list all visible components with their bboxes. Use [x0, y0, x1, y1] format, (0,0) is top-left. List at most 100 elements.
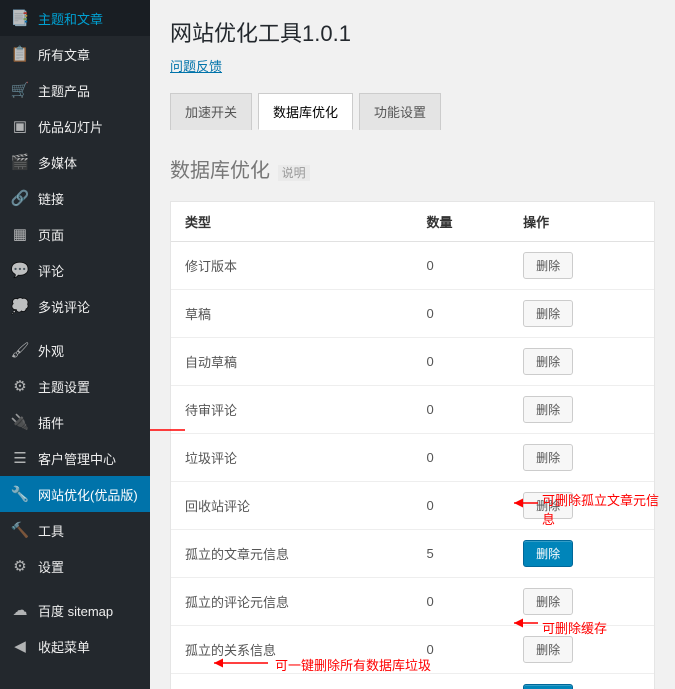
sidebar-item-slides[interactable]: ▣ 优品幻灯片 — [0, 108, 150, 144]
cell-action: 删除 — [509, 578, 654, 626]
sidebar-item-all-posts[interactable]: 📋 所有文章 — [0, 36, 150, 72]
sidebar-label: 外观 — [38, 341, 64, 360]
wrench-icon: 🔧 — [10, 484, 30, 504]
cloud-icon: ☁ — [10, 600, 30, 620]
main-content: 网站优化工具1.0.1 问题反馈 加速开关 数据库优化 功能设置 数据库优化 说… — [150, 0, 675, 689]
table-row: 孤立的文章元信息5删除 — [171, 530, 654, 578]
section-title: 数据库优化 — [170, 154, 270, 183]
delete-button[interactable]: 删除 — [523, 252, 573, 279]
cell-type: 孤立的关系信息 — [171, 626, 413, 674]
feedback-link[interactable]: 问题反馈 — [170, 59, 222, 74]
hammer-icon: 🔨 — [10, 520, 30, 540]
sidebar-label: 插件 — [38, 413, 64, 432]
gear-icon: ⚙ — [10, 376, 30, 396]
delete-button[interactable]: 删除 — [523, 444, 573, 471]
delete-button[interactable]: 删除 — [523, 540, 573, 567]
tab-speed[interactable]: 加速开关 — [170, 93, 252, 130]
cell-action: 删除 — [509, 482, 654, 530]
sidebar-label: 网站优化(优品版) — [38, 485, 138, 504]
cell-count: 0 — [413, 290, 510, 338]
tabs: 加速开关 数据库优化 功能设置 — [170, 93, 655, 130]
sidebar-label: 所有文章 — [38, 45, 90, 64]
delete-button[interactable]: 删除 — [523, 300, 573, 327]
sidebar-item-collapse[interactable]: ◀ 收起菜单 — [0, 628, 150, 664]
cell-action: 删除 — [509, 290, 654, 338]
square-icon: ▣ — [10, 116, 30, 136]
sidebar-label: 主题设置 — [38, 377, 90, 396]
delete-button[interactable]: 删除 — [523, 684, 573, 689]
col-type-header: 类型 — [171, 202, 413, 242]
col-count-header: 数量 — [413, 202, 510, 242]
sidebar-item-site-optimize[interactable]: 🔧 网站优化(优品版) — [0, 476, 150, 512]
sidebar-item-media[interactable]: 🎬 多媒体 — [0, 144, 150, 180]
sidebar-label: 多媒体 — [38, 153, 77, 172]
sidebar-label: 主题产品 — [38, 81, 90, 100]
sidebar-label: 优品幻灯片 — [38, 117, 103, 136]
table-row: 待审评论0删除 — [171, 386, 654, 434]
cell-type: 回收站评论 — [171, 482, 413, 530]
gear-icon: ⚙ — [10, 556, 30, 576]
tab-db-optimize[interactable]: 数据库优化 — [258, 93, 353, 130]
sidebar-label: 设置 — [38, 557, 64, 576]
cell-action: 删除 — [509, 530, 654, 578]
sidebar-item-plugins[interactable]: 🔌 插件 — [0, 404, 150, 440]
delete-button[interactable]: 删除 — [523, 348, 573, 375]
cell-count: 0 — [413, 578, 510, 626]
cell-type: 待审评论 — [171, 386, 413, 434]
table-row: 草稿0删除 — [171, 290, 654, 338]
cell-count: 0 — [413, 434, 510, 482]
sidebar-item-tools[interactable]: 🔨 工具 — [0, 512, 150, 548]
delete-button[interactable]: 删除 — [523, 636, 573, 663]
sidebar-item-customer-center[interactable]: ☰客户管理中心 — [0, 440, 150, 476]
delete-button[interactable]: 删除 — [523, 396, 573, 423]
sidebar-item-links[interactable]: 🔗 链接 — [0, 180, 150, 216]
media-icon: 🎬 — [10, 152, 30, 172]
sidebar-item-pages[interactable]: ▦页面 — [0, 216, 150, 252]
table-row: 回收站评论0删除 — [171, 482, 654, 530]
comment-icon: 💬 — [10, 260, 30, 280]
cell-action: 删除 — [509, 338, 654, 386]
table-row: 孤立的评论元信息0 删除 — [171, 578, 654, 626]
sidebar-label: 工具 — [38, 521, 64, 540]
table-row: 控制板订阅缓存2删除 — [171, 674, 654, 689]
plug-icon: 🔌 — [10, 412, 30, 432]
db-table: 类型 数量 操作 修订版本0删除草稿0删除自动草稿0删除待审评论0删除垃圾评论0… — [171, 202, 654, 689]
comment2-icon: 💭 — [10, 296, 30, 316]
sidebar-label: 主题和文章 — [38, 9, 103, 28]
sidebar-item-settings[interactable]: ⚙ 设置 — [0, 548, 150, 584]
section-note: 说明 — [278, 165, 310, 181]
brush-icon: 🖌 — [10, 340, 30, 360]
list-icon: 📋 — [10, 44, 30, 64]
cell-action: 删除 — [509, 626, 654, 674]
admin-sidebar: 📑 主题和文章 📋 所有文章 🛒主题产品 ▣ 优品幻灯片 🎬 多媒体 🔗 链接 ▦页面 💬… — [0, 0, 150, 689]
cell-count: 2 — [413, 674, 510, 689]
page-icon: ▦ — [10, 224, 30, 244]
sidebar-label: 链接 — [38, 189, 64, 208]
col-action-header: 操作 — [509, 202, 654, 242]
sidebar-item-themes-posts[interactable]: 📑 主题和文章 — [0, 0, 150, 36]
table-row: 修订版本0删除 — [171, 242, 654, 290]
sidebar-item-theme-settings[interactable]: ⚙ 主题设置 — [0, 368, 150, 404]
tab-features[interactable]: 功能设置 — [359, 93, 441, 130]
sidebar-item-comments[interactable]: 💬 评论 — [0, 252, 150, 288]
delete-button[interactable]: 删除 — [523, 492, 573, 519]
link-icon: 🔗 — [10, 188, 30, 208]
sidebar-item-baidu-sitemap[interactable]: ☁百度 sitemap — [0, 592, 150, 628]
cell-action: 删除 — [509, 242, 654, 290]
sidebar-label: 收起菜单 — [38, 637, 90, 656]
sidebar-item-duoshuo[interactable]: 💭 多说评论 — [0, 288, 150, 324]
table-row: 自动草稿0删除 — [171, 338, 654, 386]
sidebar-item-theme-products[interactable]: 🛒主题产品 — [0, 72, 150, 108]
cell-count: 0 — [413, 242, 510, 290]
doc-icon: 📑 — [10, 8, 30, 28]
cell-count: 5 — [413, 530, 510, 578]
cell-count: 0 — [413, 338, 510, 386]
sidebar-label: 多说评论 — [38, 297, 90, 316]
delete-button[interactable]: 删除 — [523, 588, 573, 615]
sidebar-label: 评论 — [38, 261, 64, 280]
sidebar-item-appearance[interactable]: 🖌 外观 — [0, 332, 150, 368]
cell-type: 孤立的评论元信息 — [171, 578, 413, 626]
collapse-icon: ◀ — [10, 636, 30, 656]
cell-count: 0 — [413, 626, 510, 674]
cell-action: 删除 — [509, 386, 654, 434]
